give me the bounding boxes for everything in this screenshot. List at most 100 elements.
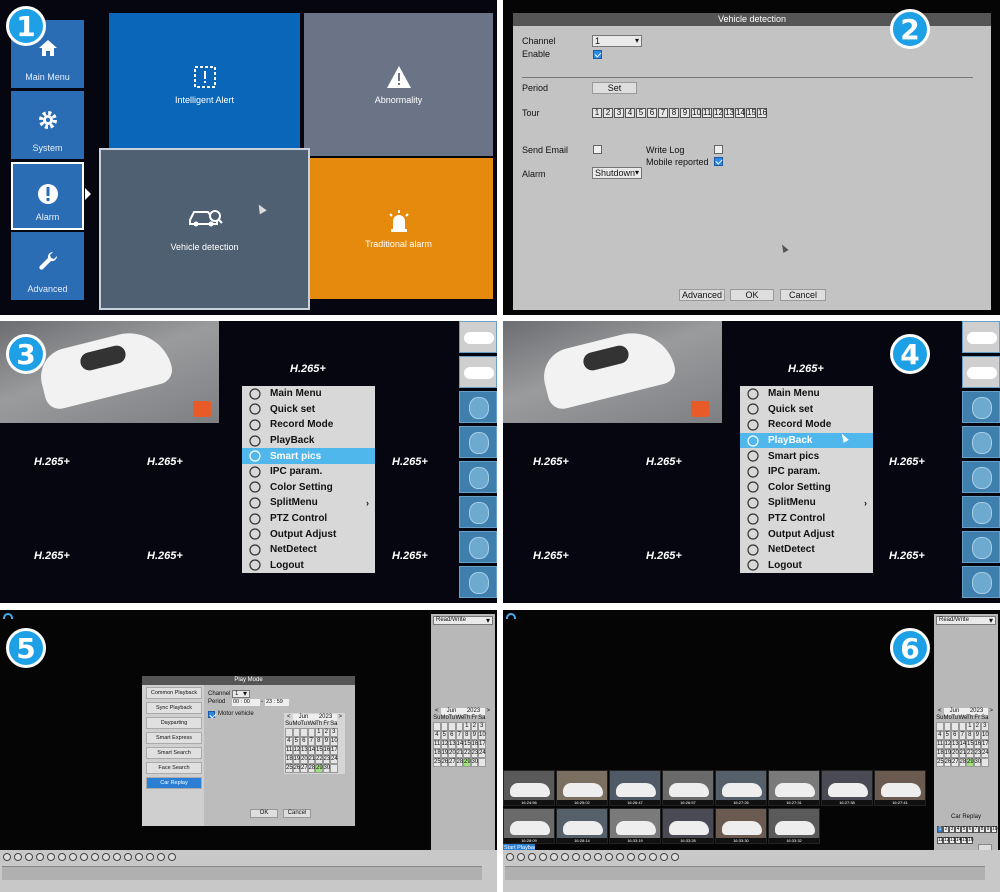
calendar-day[interactable]: 24 <box>981 749 989 758</box>
calendar-day[interactable]: 22 <box>463 749 471 758</box>
calendar-day[interactable]: 5 <box>292 737 300 746</box>
period-from-input[interactable]: 00 : 00 <box>232 699 260 706</box>
read-write-select[interactable]: Read/Write <box>936 616 996 625</box>
calendar-month[interactable]: Jun <box>292 714 315 721</box>
calendar-day[interactable]: 28 <box>958 758 966 767</box>
calendar-day[interactable]: 25 <box>433 758 441 767</box>
calendar-prev-icon[interactable]: < <box>285 714 293 721</box>
playback-control-icon[interactable] <box>528 853 536 861</box>
tour-channel-4[interactable]: 4 <box>625 108 635 118</box>
menu-item-main-menu[interactable]: Main Menu <box>740 386 873 402</box>
calendar-day[interactable]: 17 <box>981 740 989 749</box>
playback-control-icon[interactable] <box>649 853 657 861</box>
smart-pic-thumbnail[interactable] <box>962 566 1000 598</box>
menu-item-color-setting[interactable]: Color Setting <box>740 480 873 496</box>
mode-smart-express[interactable]: Smart Express <box>146 732 202 744</box>
calendar-day[interactable]: 18 <box>433 749 441 758</box>
advanced-button[interactable]: Advanced <box>679 289 725 301</box>
car-thumbnail[interactable]: 16:27:38 <box>821 770 873 806</box>
playback-control-icon[interactable] <box>80 853 88 861</box>
menu-item-logout[interactable]: Logout <box>740 558 873 574</box>
playback-control-icon[interactable] <box>627 853 635 861</box>
calendar-day[interactable]: 3 <box>981 722 989 731</box>
car-thumbnail[interactable]: 16:27:26 <box>715 770 767 806</box>
calendar-day[interactable]: 27 <box>951 758 959 767</box>
calendar-day[interactable]: 17 <box>478 740 486 749</box>
calendar-month[interactable]: Jun <box>943 708 966 715</box>
tour-channel-14[interactable]: 14 <box>735 108 745 118</box>
menu-item-playback[interactable]: PlayBack <box>242 433 375 449</box>
mode-face-search[interactable]: Face Search <box>146 762 202 774</box>
calendar-day[interactable]: 4 <box>433 731 441 740</box>
calendar-day[interactable]: 29 <box>463 758 471 767</box>
calendar-day[interactable]: 3 <box>478 722 486 731</box>
calendar-day[interactable]: 11 <box>285 746 293 755</box>
tile-abnormality[interactable]: Abnormality <box>304 13 493 156</box>
mode-smart-search[interactable]: Smart Search <box>146 747 202 759</box>
tour-channel-15[interactable]: 15 <box>746 108 756 118</box>
car-thumbnail[interactable]: 16:33:32 <box>768 808 820 844</box>
calendar-day[interactable]: 10 <box>330 737 338 746</box>
playback-control-icon[interactable] <box>157 853 165 861</box>
playback-control-icon[interactable] <box>671 853 679 861</box>
calendar-day[interactable]: 1 <box>315 728 323 737</box>
calendar-day[interactable]: 12 <box>292 746 300 755</box>
playback-control-icon[interactable] <box>25 853 33 861</box>
calendar-day[interactable]: 13 <box>300 746 308 755</box>
calendar-day[interactable]: 16 <box>973 740 981 749</box>
playback-control-icon[interactable] <box>47 853 55 861</box>
calendar-day[interactable]: 9 <box>322 737 330 746</box>
calendar-year[interactable]: 2023 <box>462 708 485 715</box>
calendar-day[interactable]: 29 <box>315 764 323 773</box>
calendar-next-icon[interactable]: > <box>337 714 345 721</box>
car-thumbnail[interactable]: 16:25:02 <box>556 770 608 806</box>
menu-item-smart-pics[interactable]: Smart pics <box>740 448 873 464</box>
playback-control-icon[interactable] <box>550 853 558 861</box>
playback-control-icon[interactable] <box>168 853 176 861</box>
playback-control-icon[interactable] <box>36 853 44 861</box>
tour-channel-6[interactable]: 6 <box>647 108 657 118</box>
calendar-day[interactable]: 26 <box>440 758 448 767</box>
car-thumbnail[interactable]: 16:26:57 <box>662 770 714 806</box>
calendar-day[interactable]: 26 <box>943 758 951 767</box>
car-thumbnail[interactable]: 16:27:41 <box>874 770 926 806</box>
calendar-day[interactable]: 5 <box>943 731 951 740</box>
smart-pic-thumbnail[interactable] <box>459 391 497 423</box>
channel-16[interactable]: 16 <box>967 837 974 844</box>
calendar-day[interactable]: 22 <box>966 749 974 758</box>
calendar-prev-icon[interactable]: < <box>936 708 944 715</box>
menu-item-ptz-control[interactable]: PTZ Control <box>740 511 873 527</box>
calendar-day[interactable]: 21 <box>455 749 463 758</box>
mode-car-replay[interactable]: Car Replay <box>146 777 202 789</box>
menu-item-output-adjust[interactable]: Output Adjust <box>740 526 873 542</box>
menu-item-playback[interactable]: PlayBack <box>740 432 873 449</box>
calendar-day[interactable]: 24 <box>330 755 338 764</box>
playback-control-icon[interactable] <box>539 853 547 861</box>
menu-item-netdetect[interactable]: NetDetect <box>242 542 375 558</box>
calendar-day[interactable]: 12 <box>943 740 951 749</box>
calendar-day[interactable]: 11 <box>433 740 441 749</box>
calendar-day[interactable]: 21 <box>958 749 966 758</box>
tour-channel-9[interactable]: 9 <box>680 108 690 118</box>
calendar-day[interactable]: 30 <box>322 764 330 773</box>
tile-vehicle-detection[interactable]: Vehicle detection <box>99 148 310 310</box>
car-thumbnail[interactable]: 16:33:28 <box>662 808 714 844</box>
send-email-checkbox[interactable] <box>593 145 602 154</box>
playback-control-icon[interactable] <box>605 853 613 861</box>
calendar-day[interactable]: 6 <box>951 731 959 740</box>
motor-vehicle-checkbox[interactable] <box>208 711 215 718</box>
calendar-day[interactable]: 10 <box>981 731 989 740</box>
calendar-day[interactable]: 14 <box>307 746 315 755</box>
calendar-day[interactable]: 25 <box>936 758 944 767</box>
calendar-day[interactable]: 4 <box>936 731 944 740</box>
playback-control-icon[interactable] <box>135 853 143 861</box>
car-thumbnail[interactable]: 16:33:19 <box>609 808 661 844</box>
calendar-day[interactable]: 7 <box>958 731 966 740</box>
calendar-day[interactable]: 2 <box>322 728 330 737</box>
calendar-day[interactable]: 21 <box>307 755 315 764</box>
calendar-day[interactable]: 6 <box>448 731 456 740</box>
mode-common-playback[interactable]: Common Playback <box>146 687 202 699</box>
timeline-bar[interactable] <box>505 866 985 880</box>
playback-control-icon[interactable] <box>594 853 602 861</box>
tour-channel-5[interactable]: 5 <box>636 108 646 118</box>
